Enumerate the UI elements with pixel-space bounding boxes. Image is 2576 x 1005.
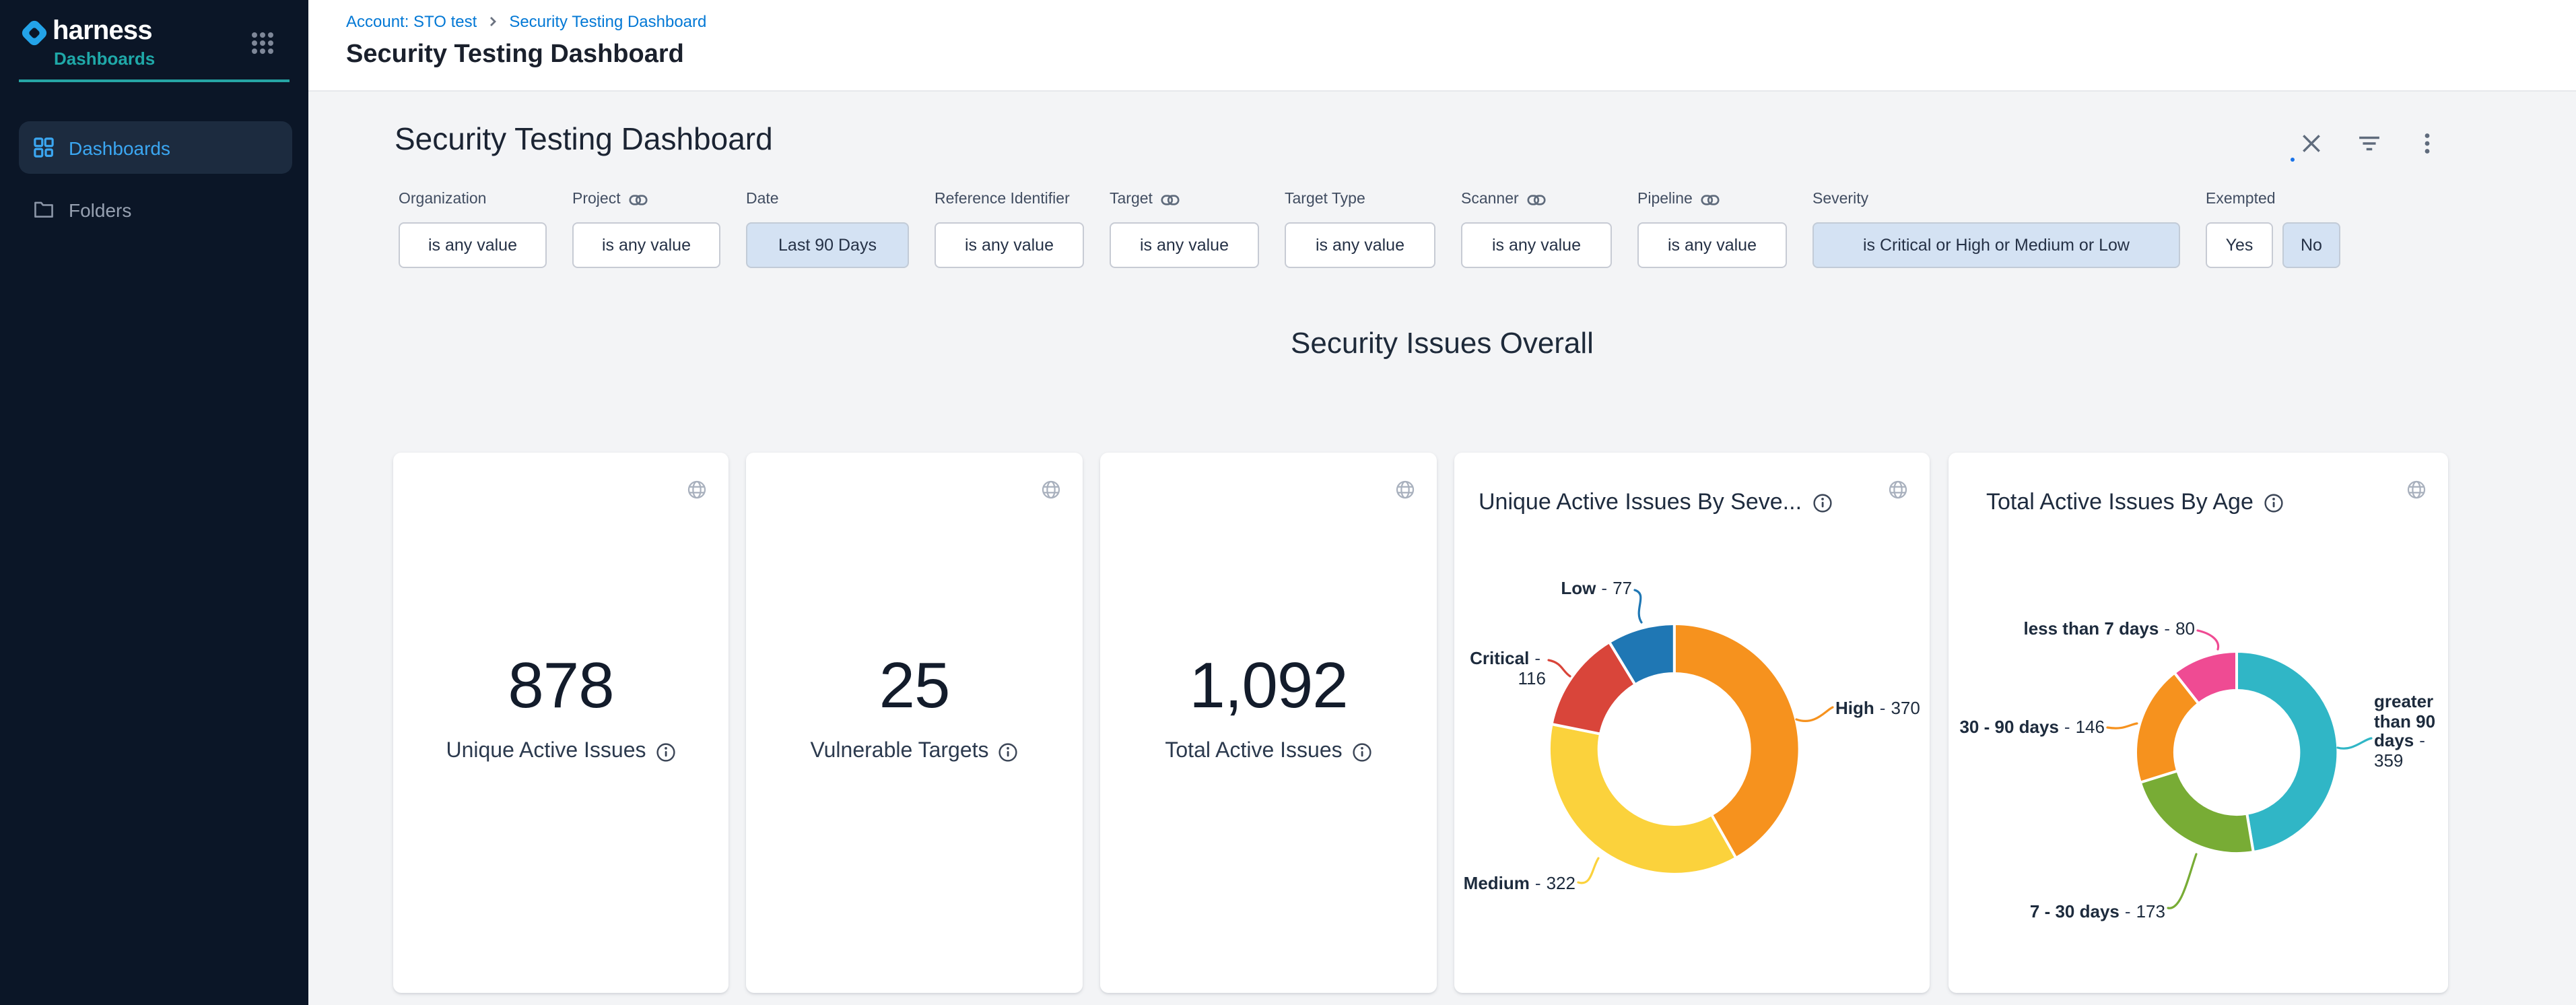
- filter-project: Project is any value: [572, 190, 720, 268]
- donut-label-low: Low-77: [1497, 579, 1632, 599]
- filter-label: Exempted: [2206, 191, 2276, 207]
- page-title: Security Testing Dashboard: [346, 40, 684, 70]
- donut-label-lt-7-days: less than 7 days-80: [1979, 620, 2195, 639]
- breadcrumb-page-link[interactable]: Security Testing Dashboard: [509, 12, 706, 31]
- filter-label: Severity: [1812, 191, 1868, 207]
- cursor-dot: [2291, 158, 2295, 162]
- close-icon[interactable]: [2300, 132, 2323, 155]
- filter-organization: Organization is any value: [399, 190, 547, 268]
- filter-value-button[interactable]: is any value: [1461, 222, 1612, 268]
- donut-label-critical: Critical-116: [1454, 649, 1546, 688]
- filter-exempted: Exempted Yes No: [2206, 190, 2340, 268]
- filter-value-button[interactable]: is any value: [572, 222, 720, 268]
- donut-chart-severity[interactable]: [1454, 453, 1930, 993]
- tile-unique-active-issues-by-severity: Unique Active Issues By Seve... High-370…: [1454, 453, 1930, 993]
- filter-bar: Organization is any value Project is any…: [399, 190, 2340, 268]
- info-icon[interactable]: [1352, 742, 1372, 762]
- filter-label: Project: [572, 191, 621, 207]
- filter-value-button[interactable]: is any value: [1110, 222, 1259, 268]
- filter-label: Target: [1110, 191, 1153, 207]
- tile-total-active-issues-by-age: Total Active Issues By Age greater than …: [1948, 453, 2448, 993]
- sidebar-item-label: Dashboards: [69, 137, 170, 158]
- filter-target-type: Target Type is any value: [1285, 190, 1435, 268]
- stat-label: Vulnerable Targets: [810, 740, 988, 764]
- chevron-right-icon: [487, 16, 498, 27]
- filter-value-button[interactable]: is any value: [935, 222, 1084, 268]
- dashboards-icon: [34, 137, 54, 158]
- harness-logo-icon[interactable]: [19, 18, 50, 48]
- exempted-no-button[interactable]: No: [2282, 222, 2340, 268]
- filter-icon[interactable]: [2358, 132, 2381, 155]
- folder-icon: [34, 199, 54, 220]
- info-icon[interactable]: [998, 742, 1019, 762]
- stat-label: Total Active Issues: [1165, 740, 1342, 764]
- stat-value: 25: [746, 649, 1083, 723]
- tile-vulnerable-targets: 25 Vulnerable Targets: [746, 453, 1083, 993]
- stat-value: 878: [393, 649, 728, 723]
- sidebar-divider: [19, 79, 290, 82]
- filter-label: Pipeline: [1637, 191, 1693, 207]
- kebab-menu-icon[interactable]: [2416, 132, 2439, 155]
- filter-value-button[interactable]: is any value: [1637, 222, 1787, 268]
- sidebar: harness Dashboards Dashboards Fo: [0, 0, 308, 1005]
- filter-severity: Severity is Critical or High or Medium o…: [1812, 190, 2180, 268]
- filter-date: Date Last 90 Days: [746, 190, 909, 268]
- filter-pipeline: Pipeline is any value: [1637, 190, 1787, 268]
- filter-value-button[interactable]: Last 90 Days: [746, 222, 909, 268]
- filter-label: Scanner: [1461, 191, 1519, 207]
- donut-label-7-30-days: 7 - 30 days-173: [1975, 903, 2165, 922]
- dashboard-title: Security Testing Dashboard: [395, 121, 773, 158]
- filter-label: Reference Identifier: [935, 191, 1070, 207]
- brand-name: harness: [53, 16, 152, 47]
- app-grid-icon[interactable]: [250, 31, 275, 55]
- globe-icon[interactable]: [1395, 480, 1415, 500]
- globe-icon[interactable]: [687, 480, 707, 500]
- link-icon: [629, 193, 648, 205]
- breadcrumb-account-link[interactable]: Account: STO test: [346, 12, 477, 31]
- link-icon: [1701, 193, 1720, 205]
- donut-label-gt-90-days: greater than 90 days-359: [2374, 692, 2452, 771]
- filter-label: Date: [746, 191, 779, 207]
- info-icon[interactable]: [656, 742, 676, 762]
- app-window: harness Dashboards Dashboards Fo: [0, 0, 2576, 1005]
- donut-label-medium: Medium-322: [1454, 874, 1575, 894]
- section-title: Security Issues Overall: [308, 326, 2576, 361]
- module-name: Dashboards: [54, 48, 155, 69]
- donut-label-30-90-days: 30 - 90 days-146: [1948, 718, 2105, 738]
- sidebar-item-dashboards[interactable]: Dashboards: [19, 121, 292, 174]
- dashboard-toolbar: [2300, 132, 2439, 155]
- breadcrumb: Account: STO test Security Testing Dashb…: [346, 12, 706, 31]
- link-icon: [1527, 193, 1546, 205]
- sidebar-item-folders[interactable]: Folders: [19, 183, 292, 236]
- sidebar-item-label: Folders: [69, 199, 131, 220]
- tile-unique-active-issues: 878 Unique Active Issues: [393, 453, 728, 993]
- sidebar-nav: Dashboards Folders: [0, 121, 308, 236]
- exempted-yes-button[interactable]: Yes: [2206, 222, 2273, 268]
- filter-value-button[interactable]: is any value: [399, 222, 547, 268]
- top-header: Account: STO test Security Testing Dashb…: [308, 0, 2576, 92]
- stat-label: Unique Active Issues: [446, 740, 646, 764]
- filter-label: Target Type: [1285, 191, 1365, 207]
- tile-total-active-issues: 1,092 Total Active Issues: [1100, 453, 1437, 993]
- filter-scanner: Scanner is any value: [1461, 190, 1612, 268]
- globe-icon[interactable]: [1041, 480, 1061, 500]
- filter-target: Target is any value: [1110, 190, 1259, 268]
- filter-reference-identifier: Reference Identifier is any value: [935, 190, 1084, 268]
- donut-label-high: High-370: [1835, 699, 1930, 719]
- link-icon: [1161, 193, 1180, 205]
- stat-value: 1,092: [1100, 649, 1437, 723]
- filter-value-button[interactable]: is any value: [1285, 222, 1435, 268]
- filter-label: Organization: [399, 191, 486, 207]
- filter-value-button[interactable]: is Critical or High or Medium or Low: [1812, 222, 2180, 268]
